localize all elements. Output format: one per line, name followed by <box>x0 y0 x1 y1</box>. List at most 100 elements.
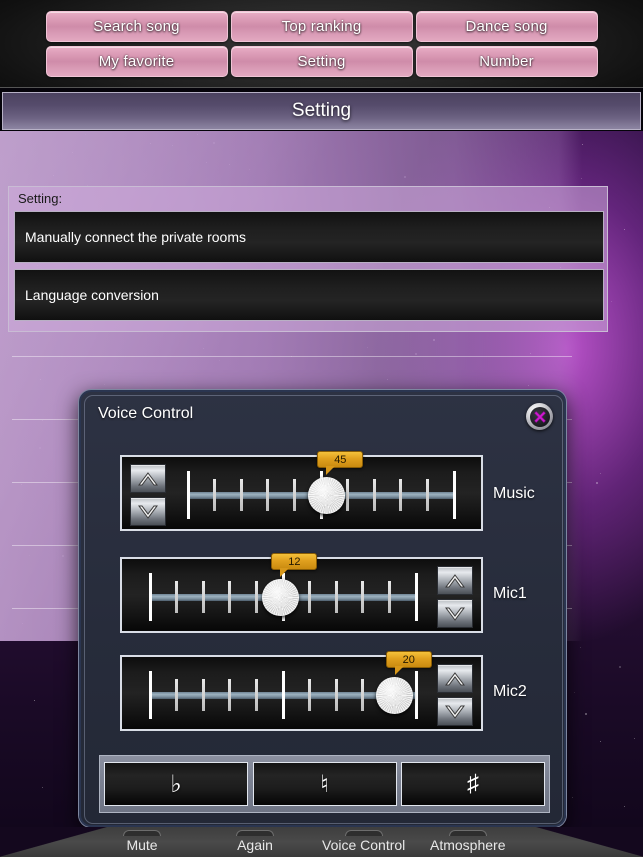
natural-button[interactable]: ♮ <box>252 762 397 806</box>
star <box>42 787 44 789</box>
mic1-down-button[interactable] <box>437 599 473 628</box>
slider-row-mic1: 12 <box>120 553 483 633</box>
chevron-up-icon <box>138 471 158 485</box>
top-navigation: Search song Top ranking Dance song My fa… <box>0 0 643 88</box>
chevron-up-icon <box>445 573 465 587</box>
settings-heading: Setting: <box>18 191 63 206</box>
bottom-button-again[interactable]: Again <box>236 830 274 853</box>
setting-item-label: Language conversion <box>25 287 159 303</box>
slider-tick <box>201 679 205 711</box>
close-button[interactable] <box>526 403 553 430</box>
star <box>596 481 599 484</box>
slider-tick <box>266 479 270 511</box>
music-slider-thumb[interactable] <box>307 477 345 514</box>
mic2-slider-thumb[interactable] <box>376 677 414 714</box>
star <box>599 740 601 742</box>
star <box>618 666 621 669</box>
slider-tick <box>414 573 418 621</box>
setting-item-manual-connect[interactable]: Manually connect the private rooms <box>14 211 604 263</box>
slider-tick <box>201 581 205 613</box>
settings-panel: Setting: Manually connect the private ro… <box>8 186 608 332</box>
mic2-value-bubble: 20 <box>385 651 432 675</box>
voice-control-dialog: Voice Control 45 Music 12 Mic1 20 Mic2 ♭… <box>79 390 566 827</box>
panel-divider <box>12 356 572 357</box>
nav-button-my-favorite[interactable]: My favorite <box>45 45 228 77</box>
slider-tick <box>292 479 296 511</box>
slider-row-mic2: 20 <box>120 651 483 731</box>
star <box>611 301 613 303</box>
flat-button[interactable]: ♭ <box>104 762 248 806</box>
slider-row-music: 45 <box>120 451 483 531</box>
bottom-button-mute[interactable]: Mute <box>123 830 161 853</box>
note-button-strip: ♭ ♮ ♯ <box>99 755 550 813</box>
mic1-value-bubble: 12 <box>271 553 318 577</box>
slider-tick <box>228 581 232 613</box>
nav-button-search-song[interactable]: Search song <box>45 10 228 42</box>
slider-tick <box>239 479 243 511</box>
chevron-down-icon <box>138 505 158 519</box>
slider-tick <box>425 479 429 511</box>
stepper-mic2 <box>437 664 473 726</box>
star <box>623 806 625 808</box>
setting-item-label: Manually connect the private rooms <box>25 229 246 245</box>
nav-button-dance-song[interactable]: Dance song <box>415 10 598 42</box>
sharp-button[interactable]: ♯ <box>401 762 545 806</box>
slider-tick <box>228 679 232 711</box>
slider-tick <box>334 679 338 711</box>
setting-item-language-conversion[interactable]: Language conversion <box>14 269 604 321</box>
slider-tick <box>254 581 258 613</box>
slider-label-music: Music <box>493 485 535 502</box>
bottom-button-voice-control[interactable]: Voice Control <box>322 830 405 853</box>
slider-tick <box>213 479 217 511</box>
page-title: Setting <box>2 92 641 130</box>
star <box>572 797 574 799</box>
mic1-slider-thumb[interactable] <box>261 579 299 616</box>
bottom-button-label: Again <box>237 837 273 853</box>
music-up-button[interactable] <box>130 464 166 493</box>
star <box>573 691 575 693</box>
bottom-button-label: Atmosphere <box>430 837 506 853</box>
slider-tick <box>334 581 338 613</box>
slider-tick <box>372 479 376 511</box>
mic1-up-button[interactable] <box>437 566 473 595</box>
slider-label-mic2: Mic2 <box>493 683 527 700</box>
star <box>599 472 601 474</box>
mic2-slider-track[interactable]: 20 <box>142 651 432 725</box>
music-down-button[interactable] <box>130 497 166 526</box>
mic2-up-button[interactable] <box>437 664 473 693</box>
star <box>623 228 625 230</box>
stepper-music <box>130 464 166 526</box>
slider-tick <box>175 581 179 613</box>
slider-tick <box>346 479 350 511</box>
slider-tick <box>308 581 312 613</box>
slider-tick <box>361 679 365 711</box>
bottom-button-atmosphere[interactable]: Atmosphere <box>430 830 505 853</box>
nav-row-2: My favorite Setting Number <box>45 45 598 77</box>
button-tab <box>344 830 383 836</box>
nav-button-setting[interactable]: Setting <box>230 45 413 77</box>
star <box>634 738 636 740</box>
music-slider-track[interactable]: 45 <box>180 451 462 525</box>
music-value-bubble: 45 <box>317 451 364 475</box>
nav-button-number[interactable]: Number <box>415 45 598 77</box>
mic1-slider-track[interactable]: 12 <box>142 553 424 627</box>
slider-tick <box>308 679 312 711</box>
slider-tick <box>254 679 258 711</box>
button-tab <box>448 830 487 836</box>
star <box>34 699 36 701</box>
star <box>580 647 581 649</box>
close-icon <box>529 406 550 427</box>
chevron-down-icon <box>445 705 465 719</box>
slider-tick <box>414 671 418 719</box>
bottom-button-label: Voice Control <box>322 837 406 853</box>
slider-tick <box>399 479 403 511</box>
bottom-button-label: Mute <box>126 837 158 853</box>
slider-tick <box>148 573 152 621</box>
nav-button-top-ranking[interactable]: Top ranking <box>230 10 413 42</box>
slider-tick <box>387 581 391 613</box>
mic2-down-button[interactable] <box>437 697 473 726</box>
slider-tick <box>452 471 456 519</box>
slider-tick <box>361 581 365 613</box>
chevron-down-icon <box>445 607 465 621</box>
dialog-title: Voice Control <box>98 405 194 422</box>
